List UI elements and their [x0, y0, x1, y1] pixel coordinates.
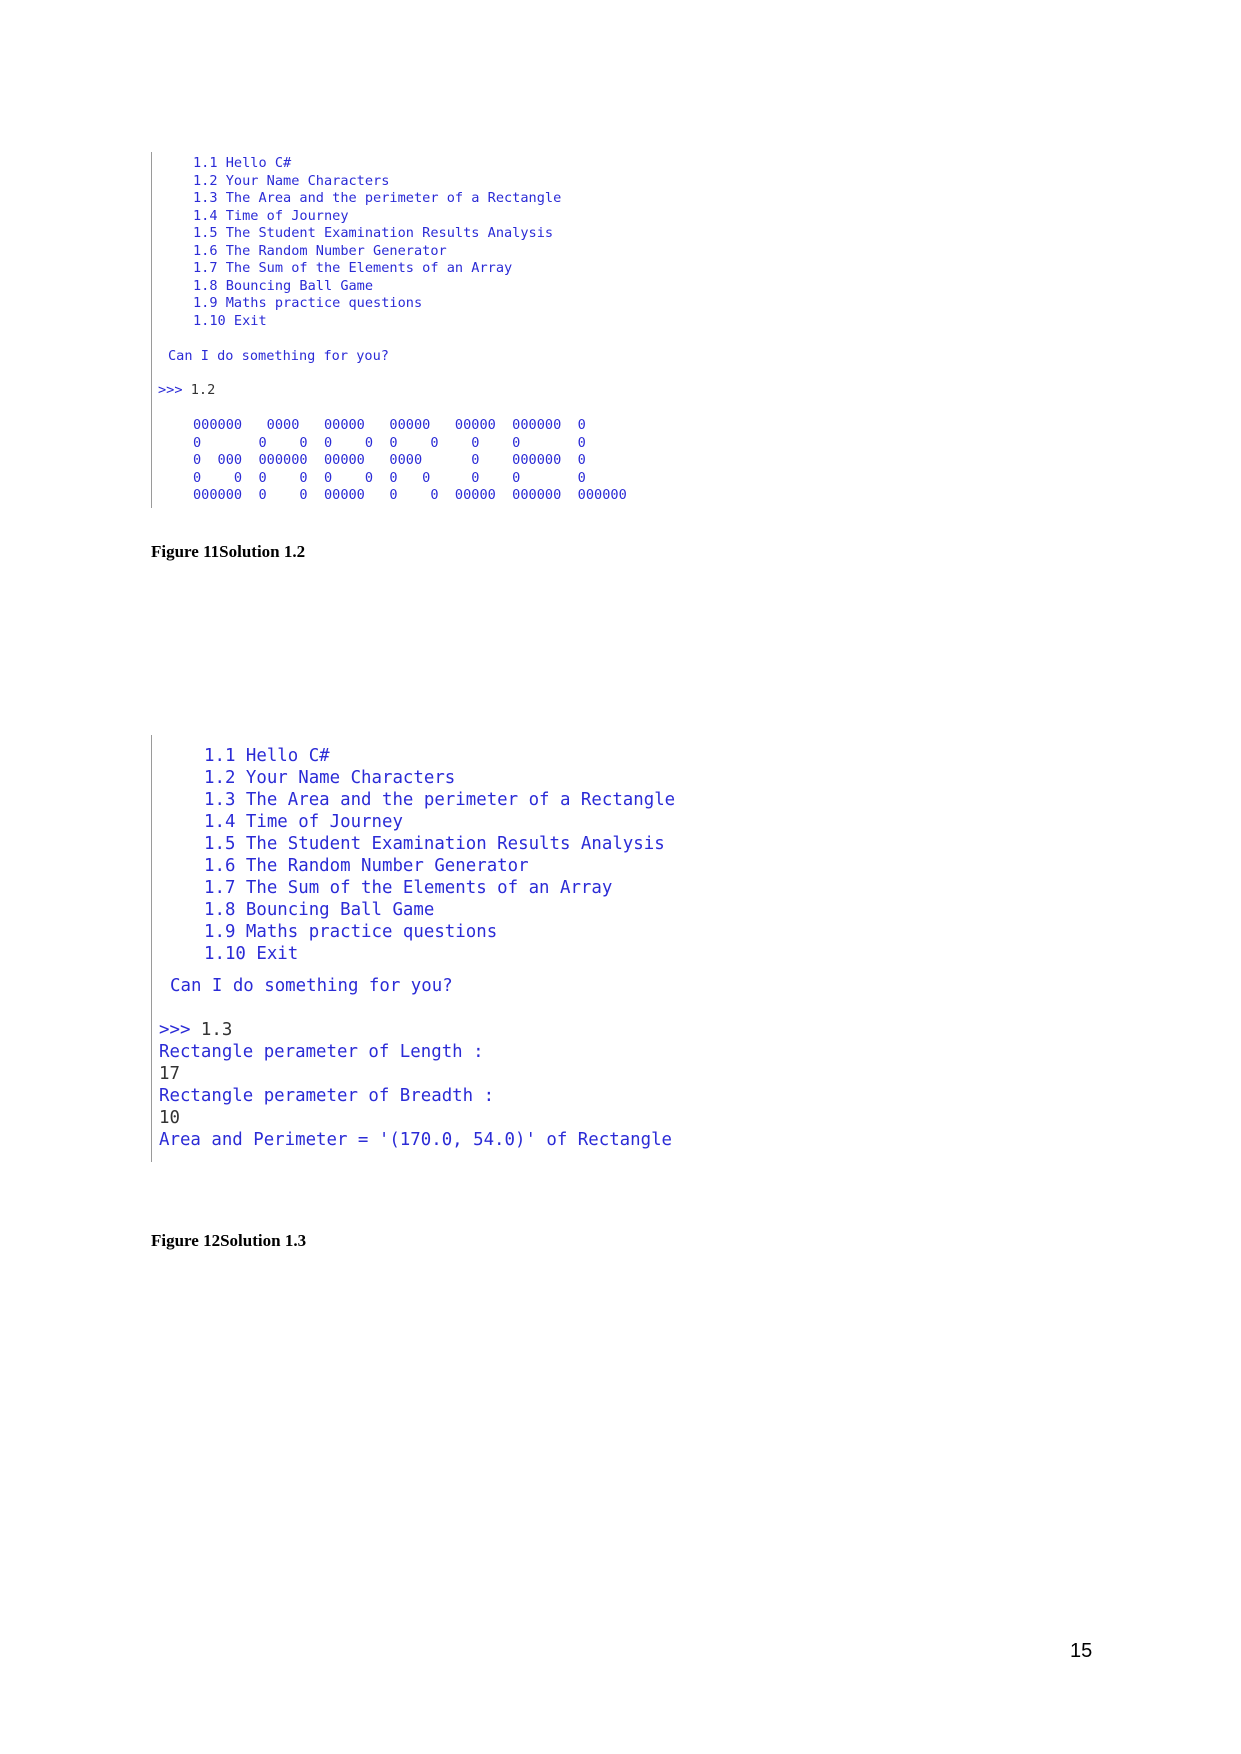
length-value: 17	[159, 1064, 180, 1084]
breadth-prompt: Rectangle perameter of Breadth :	[159, 1086, 495, 1106]
menu-item: 1.1 Hello C#	[204, 746, 330, 766]
menu-item: 1.3 The Area and the perimeter of a Rect…	[204, 790, 676, 810]
breadth-value: 10	[159, 1108, 180, 1128]
prompt-symbol: >>>	[158, 382, 183, 398]
menu-item: 1.4 Time of Journey	[193, 207, 349, 224]
ascii-art-row: 000000 0000 00000 00000 00000 000000 0	[193, 417, 586, 433]
prompt-line: >>> 1.2	[158, 382, 215, 400]
prompt-line: >>> 1.3	[159, 1019, 232, 1041]
ascii-art-row: 0 000 000000 00000 0000 0 000000 0	[193, 452, 586, 468]
menu-item: 1.2 Your Name Characters	[204, 768, 456, 788]
user-input: 1.2	[190, 382, 216, 398]
menu-item: 1.3 The Area and the perimeter of a Rect…	[193, 190, 562, 206]
menu-item: 1.6 The Random Number Generator	[193, 242, 447, 259]
menu-item: 1.9 Maths practice questions	[204, 922, 498, 942]
menu-item: 1.10 Exit	[204, 944, 299, 964]
menu-item: 1.2 Your Name Characters	[193, 172, 390, 189]
console-screenshot-solution-1-2: 1.1 Hello C# 1.2 Your Name Characters 1.3 …	[151, 152, 712, 508]
menu-item: 1.7 The Sum of the Elements of an Array	[204, 878, 613, 898]
ascii-art-row: 0 0 0 0 0 0 0 0 0 0	[193, 434, 586, 451]
question-text: Can I do something for you?	[168, 348, 389, 364]
user-input: 1.3	[200, 1020, 233, 1040]
page-number: 15	[1070, 1640, 1093, 1662]
figure-caption: Figure 11Solution 1.2	[151, 542, 306, 561]
menu-item: 1.4 Time of Journey	[204, 812, 403, 832]
ascii-art-row: 0 0 0 0 0 0 0 0 0 0 0	[193, 469, 586, 486]
menu-item: 1.8 Bouncing Ball Game	[204, 900, 435, 920]
menu-item: 1.6 The Random Number Generator	[204, 856, 529, 876]
figure-caption: Figure 12Solution 1.3	[151, 1231, 307, 1250]
menu-item: 1.5 The Student Examination Results Anal…	[193, 225, 554, 241]
result-text: Area and Perimeter = '(170.0, 54.0)' of …	[159, 1130, 673, 1150]
menu-item: 1.5 The Student Examination Results Anal…	[204, 834, 665, 854]
prompt-symbol: >>>	[159, 1020, 191, 1040]
length-prompt: Rectangle perameter of Length :	[159, 1042, 484, 1062]
question-text: Can I do something for you?	[170, 976, 453, 996]
menu-item: 1.10 Exit	[193, 312, 267, 329]
menu-item: 1.8 Bouncing Ball Game	[193, 277, 374, 294]
menu-item: 1.9 Maths practice questions	[193, 295, 423, 311]
menu-item: 1.1 Hello C#	[193, 155, 292, 171]
console-screenshot-solution-1-3: 1.1 Hello C# 1.2 Your Name Characters 1.3 …	[151, 735, 852, 1162]
ascii-art-row: 000000 0 0 00000 0 0 00000 000000 000000	[193, 487, 627, 503]
menu-item: 1.7 The Sum of the Elements of an Array	[193, 260, 513, 276]
